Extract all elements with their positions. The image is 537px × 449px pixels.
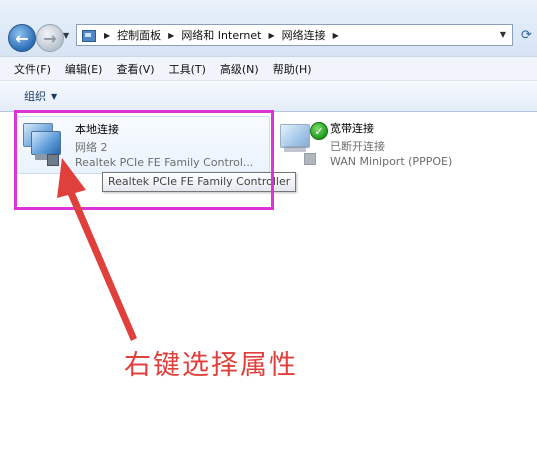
annotation-arrow-shape [57, 158, 137, 341]
annotation-text: 右键选择属性 [124, 350, 298, 381]
